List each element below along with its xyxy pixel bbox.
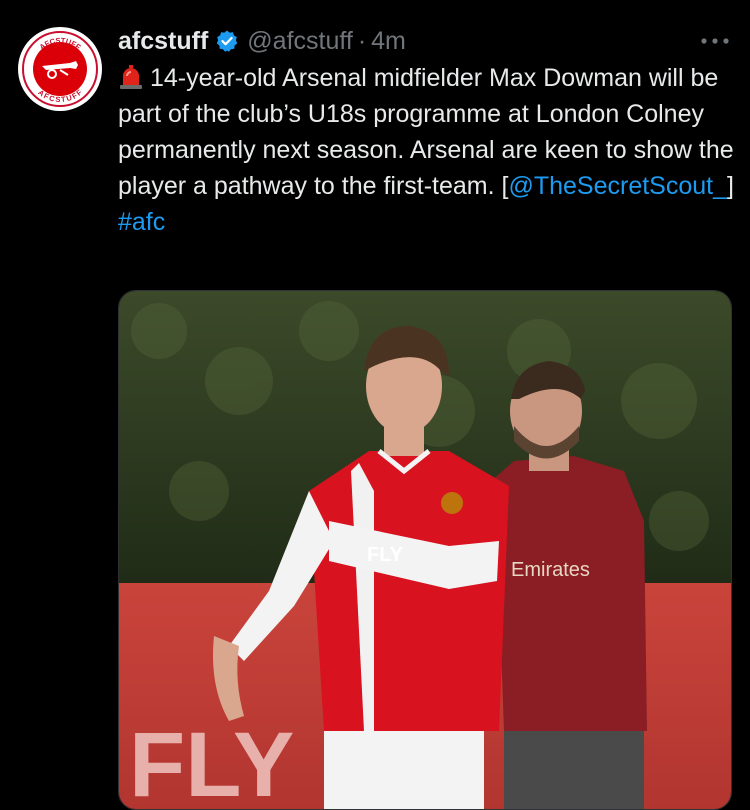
separator-dot: · bbox=[357, 26, 367, 55]
verified-badge-icon bbox=[217, 30, 238, 52]
tweet-text: 14-year-old Arsenal midfielder Max Dowma… bbox=[118, 60, 738, 240]
avatar-text-top: AFCSTUFF bbox=[38, 36, 83, 52]
more-options-button[interactable] bbox=[698, 24, 732, 58]
tweet-header: afcstuff @afcstuff · 4m bbox=[118, 24, 734, 58]
coach-sponsor-text: Emirates bbox=[511, 559, 590, 581]
tweet-media-photo[interactable]: FLY Emirates FLY bbox=[118, 290, 732, 810]
avatar-ring-text: AFCSTUFF AFCSTUFF bbox=[36, 36, 84, 105]
club-crest bbox=[441, 492, 463, 514]
mention-link[interactable]: @TheSecretScout_ bbox=[508, 172, 727, 200]
tweet-body-text-end: ] bbox=[727, 172, 734, 200]
svg-text:AFCSTUFF: AFCSTUFF bbox=[36, 88, 84, 105]
display-name[interactable]: afcstuff bbox=[118, 27, 208, 56]
avatar-text-bottom: AFCSTUFF bbox=[36, 88, 84, 105]
siren-icon bbox=[120, 65, 142, 89]
avatar[interactable]: AFCSTUFF AFCSTUFF bbox=[18, 27, 102, 111]
timestamp[interactable]: 4m bbox=[371, 27, 406, 56]
svg-text:AFCSTUFF: AFCSTUFF bbox=[38, 36, 83, 52]
avatar-ring: AFCSTUFF AFCSTUFF bbox=[22, 31, 98, 107]
user-handle[interactable]: @afcstuff bbox=[247, 27, 353, 56]
board-text: FLY bbox=[129, 714, 294, 810]
photo-scene: FLY Emirates FLY bbox=[119, 291, 731, 810]
more-options-icon bbox=[701, 38, 729, 44]
shirt-text: FLY bbox=[367, 544, 404, 566]
hashtag-link[interactable]: #afc bbox=[118, 208, 165, 236]
